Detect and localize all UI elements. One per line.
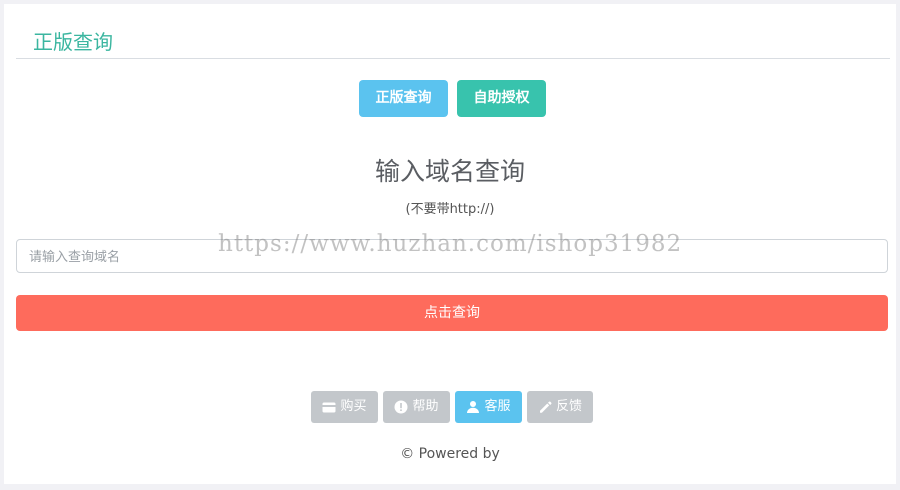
info-circle-icon	[394, 400, 408, 414]
buy-label: 购买	[340, 399, 367, 414]
powered-by-text: © Powered by	[400, 446, 500, 462]
buy-button[interactable]: 购买	[311, 391, 378, 423]
domain-input[interactable]	[16, 239, 888, 273]
self-auth-button[interactable]: 自助授权	[457, 80, 546, 117]
page-title: 正版查询	[33, 30, 113, 54]
feedback-button[interactable]: 反馈	[527, 391, 593, 423]
customer-service-button[interactable]: 客服	[455, 391, 522, 423]
customer-service-label: 客服	[484, 399, 511, 414]
user-icon	[466, 400, 480, 414]
domain-query-title: 输入域名查询	[374, 157, 525, 186]
card-icon	[322, 402, 336, 413]
pencil-icon	[538, 400, 552, 414]
genuine-query-button[interactable]: 正版查询	[359, 80, 448, 117]
domain-query-subtitle: (不要带http://)	[405, 202, 495, 217]
feedback-label: 反馈	[555, 399, 582, 414]
help-label: 帮助	[412, 399, 439, 414]
header: 正版查询	[16, 26, 890, 59]
query-button[interactable]: 点击查询	[16, 295, 888, 331]
help-button[interactable]: 帮助	[383, 391, 450, 423]
